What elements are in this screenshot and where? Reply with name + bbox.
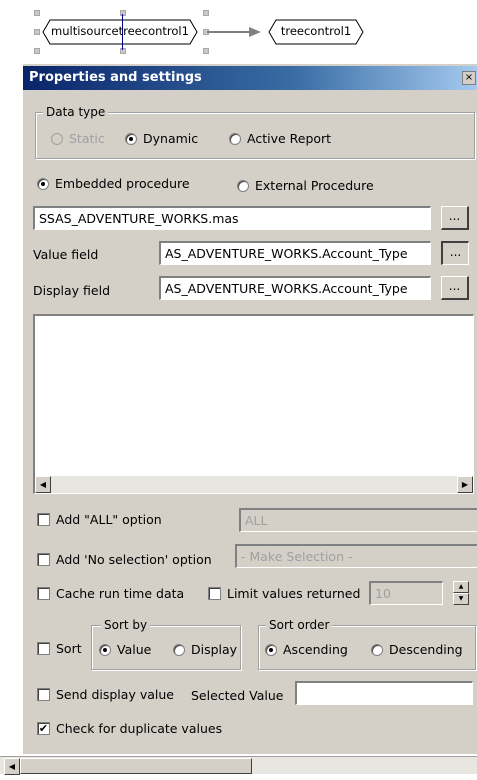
page-horizontal-scrollbar[interactable]: ◀: [0, 756, 477, 775]
radio-active-report[interactable]: Active Report: [229, 131, 331, 146]
checkbox-icon: [37, 587, 50, 600]
scroll-left-icon[interactable]: ◀: [35, 476, 51, 493]
no-selection-text-field[interactable]: - Make Selection -: [235, 544, 477, 568]
check-duplicates-checkbox[interactable]: ✔ Check for duplicate values: [37, 721, 222, 736]
radio-circle-icon: [229, 132, 241, 145]
scroll-thumb[interactable]: [20, 758, 252, 774]
selection-handle[interactable]: [34, 48, 40, 54]
browse-display-field-button[interactable]: ...: [441, 276, 469, 300]
selected-value-label: Selected Value: [191, 688, 284, 703]
flow-node-source[interactable]: multisourcetreecontrol1: [42, 19, 198, 45]
selection-handle[interactable]: [203, 10, 209, 16]
sort-checkbox[interactable]: Sort: [37, 641, 82, 656]
sort-order-legend: Sort order: [266, 618, 333, 632]
browse-procedure-button[interactable]: ...: [441, 206, 469, 230]
values-listbox[interactable]: ◀ ▶: [33, 314, 474, 494]
spin-down-icon[interactable]: ▼: [453, 593, 469, 605]
sort-by-value-label: Value: [117, 642, 152, 657]
radio-circle-icon: [371, 643, 383, 656]
limit-values-label: Limit values returned: [227, 586, 361, 601]
radio-sort-by-display[interactable]: Display: [173, 642, 237, 657]
data-type-legend: Data type: [43, 105, 109, 119]
selection-handle[interactable]: [120, 10, 126, 16]
radio-circle-icon: [51, 132, 63, 145]
send-display-value-checkbox[interactable]: Send display value: [37, 687, 174, 702]
procedure-file-field[interactable]: SSAS_ADVENTURE_WORKS.mas: [33, 206, 431, 230]
checkbox-icon: [37, 553, 50, 566]
cache-run-time-data-label: Cache run time data: [56, 586, 185, 601]
flow-node-target[interactable]: treecontrol1: [268, 19, 364, 45]
panel-title: Properties and settings: [29, 70, 202, 85]
radio-static[interactable]: Static: [51, 131, 105, 146]
radio-descending[interactable]: Descending: [371, 642, 463, 657]
text-cursor: [122, 14, 123, 50]
radio-dynamic[interactable]: Dynamic: [125, 131, 198, 146]
browse-value-field-button[interactable]: ...: [441, 241, 469, 265]
add-all-option-checkbox[interactable]: Add "ALL" option: [37, 512, 162, 527]
add-all-option-label: Add "ALL" option: [56, 512, 162, 527]
flow-node-source-label: multisourcetreecontrol1: [51, 24, 189, 38]
selection-handle[interactable]: [120, 48, 126, 54]
selection-handle[interactable]: [34, 29, 40, 35]
cache-run-time-data-checkbox[interactable]: Cache run time data: [37, 586, 184, 601]
limit-values-spinner[interactable]: ▲ ▼: [453, 581, 469, 605]
all-option-text-field[interactable]: ALL: [239, 508, 477, 532]
close-icon[interactable]: ×: [462, 71, 476, 85]
flow-node-target-label: treecontrol1: [280, 24, 352, 38]
add-no-selection-checkbox[interactable]: Add 'No selection' option: [37, 552, 212, 567]
listbox-horizontal-scrollbar[interactable]: ◀ ▶: [35, 476, 473, 493]
radio-circle-icon: [173, 643, 185, 656]
selected-value-field[interactable]: [295, 681, 473, 705]
connector-arrow-icon: [207, 27, 261, 37]
radio-embedded-label: Embedded procedure: [55, 176, 190, 191]
value-field-input[interactable]: AS_ADVENTURE_WORKS.Account_Type: [159, 241, 431, 265]
sort-label: Sort: [56, 641, 82, 656]
radio-circle-icon: [125, 132, 137, 145]
radio-ascending[interactable]: Ascending: [265, 642, 348, 657]
limit-values-field[interactable]: 10: [369, 581, 443, 605]
ascending-label: Ascending: [283, 642, 348, 657]
checkbox-icon: [37, 642, 50, 655]
spin-up-icon[interactable]: ▲: [453, 581, 469, 593]
display-field-label: Display field: [33, 283, 111, 298]
limit-values-checkbox[interactable]: Limit values returned: [208, 586, 360, 601]
descending-label: Descending: [389, 642, 463, 657]
value-field-label: Value field: [33, 247, 99, 262]
checkbox-icon: [37, 513, 50, 526]
checkmark-icon: ✔: [37, 722, 50, 735]
radio-static-label: Static: [69, 131, 105, 146]
radio-circle-icon: [99, 643, 111, 656]
radio-circle-icon: [37, 177, 49, 190]
checkbox-icon: [37, 688, 50, 701]
radio-sort-by-value[interactable]: Value: [99, 642, 151, 657]
panel-titlebar: Properties and settings ×: [23, 66, 477, 90]
radio-dynamic-label: Dynamic: [143, 131, 199, 146]
properties-panel: Properties and settings × Data type Stat…: [22, 64, 477, 754]
radio-circle-icon: [265, 643, 277, 656]
sort-by-legend: Sort by: [101, 618, 151, 632]
scroll-left-icon[interactable]: ◀: [4, 758, 20, 775]
selection-handle[interactable]: [203, 48, 209, 54]
display-field-input[interactable]: AS_ADVENTURE_WORKS.Account_Type: [159, 276, 431, 300]
radio-external-label: External Procedure: [255, 178, 374, 193]
add-no-selection-label: Add 'No selection' option: [56, 552, 212, 567]
radio-external-procedure[interactable]: External Procedure: [237, 178, 374, 193]
radio-embedded-procedure[interactable]: Embedded procedure: [37, 176, 190, 191]
scroll-right-icon[interactable]: ▶: [457, 476, 473, 493]
radio-active-report-label: Active Report: [247, 131, 332, 146]
radio-circle-icon: [237, 179, 249, 192]
check-duplicates-label: Check for duplicate values: [56, 721, 223, 736]
flow-diagram: multisourcetreecontrol1 treecontrol1: [0, 0, 477, 62]
selection-handle[interactable]: [34, 10, 40, 16]
send-display-value-label: Send display value: [56, 687, 174, 702]
sort-by-display-label: Display: [191, 642, 238, 657]
checkbox-icon: [208, 587, 221, 600]
